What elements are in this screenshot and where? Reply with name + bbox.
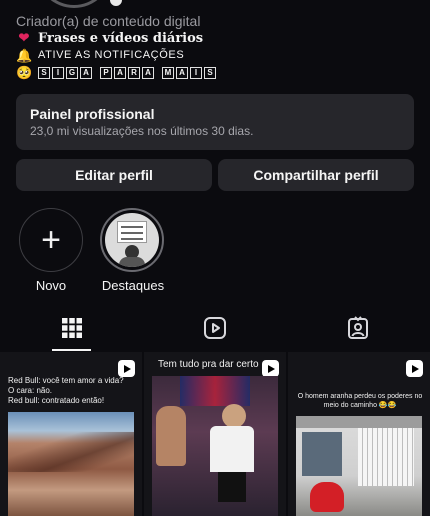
post-thumbnail[interactable]: Tem tudo pra dar certo	[144, 352, 286, 516]
tab-posts[interactable]	[0, 306, 143, 350]
boxed-letter: A	[114, 66, 126, 79]
boxed-letter: P	[100, 66, 112, 79]
bio-text: Frases e vídeos diários	[38, 31, 204, 46]
bio-line: ❤ Frases e vídeos diários	[16, 30, 416, 47]
professional-dashboard[interactable]: Painel profissional 23,0 mi visualizaçõe…	[16, 94, 414, 150]
highlight-destaques[interactable]: Destaques	[100, 208, 166, 293]
new-highlight-label: Novo	[35, 278, 67, 293]
posts-grid: Red Bull: você tem amor a vida? O cara: …	[0, 352, 430, 516]
tab-tagged[interactable]	[286, 306, 429, 350]
red-heart-icon: ❤	[18, 31, 30, 46]
tab-reels[interactable]	[143, 306, 286, 350]
boxed-space	[94, 67, 98, 79]
post-thumbnail[interactable]: O homem aranha perdeu os poderes no meio…	[288, 352, 430, 516]
new-highlight-circle[interactable]: +	[19, 208, 83, 272]
reel-icon	[118, 360, 135, 377]
highlight-cover-ring[interactable]	[100, 208, 164, 272]
post-image	[296, 416, 422, 516]
profile-avatar-ring[interactable]	[36, 0, 112, 8]
boxed-letter: A	[80, 66, 92, 79]
reel-icon	[406, 360, 423, 377]
profile-bio: Criador(a) de conteúdo digital ❤ Frases …	[16, 12, 416, 81]
reels-icon	[203, 317, 226, 339]
boxed-letter: A	[176, 66, 188, 79]
boxed-letter: M	[162, 66, 174, 79]
grid-icon	[61, 318, 82, 338]
boxed-letter: R	[128, 66, 140, 79]
selected-tab-indicator	[52, 349, 91, 351]
pleading-face-icon: 🥺	[16, 65, 33, 80]
bio-boxed-text: SIGAPARAMAIS	[38, 66, 216, 79]
share-profile-button[interactable]: Compartilhar perfil	[218, 159, 414, 191]
post-caption: O homem aranha perdeu os poderes no meio…	[297, 393, 423, 409]
boxed-space	[156, 67, 160, 79]
profile-tabs	[0, 306, 430, 351]
post-caption: Tem tudo pra dar certo	[158, 359, 259, 370]
boxed-letter: S	[204, 66, 216, 79]
post-thumbnail[interactable]: Red Bull: você tem amor a vida? O cara: …	[0, 352, 142, 516]
boxed-letter: I	[190, 66, 202, 79]
bio-line: 🔔 ATIVE AS NOTIFICAÇÕES	[16, 47, 416, 64]
post-caption: Red Bull: você tem amor a vida? O cara: …	[8, 376, 124, 405]
boxed-letter: I	[52, 66, 64, 79]
post-image	[152, 376, 278, 516]
highlight-cover-image	[105, 213, 159, 267]
bell-icon: 🔔	[16, 48, 33, 63]
tagged-icon	[347, 316, 368, 339]
pro-panel-title: Painel profissional	[30, 106, 155, 122]
pro-panel-subtitle: 23,0 mi visualizações nos últimos 30 dia…	[30, 124, 254, 138]
new-highlight[interactable]: + Novo	[18, 208, 84, 293]
avatar-add-story-dot[interactable]	[110, 0, 122, 6]
boxed-letter: A	[142, 66, 154, 79]
profile-category: Criador(a) de conteúdo digital	[16, 13, 201, 29]
edit-profile-button[interactable]: Editar perfil	[16, 159, 212, 191]
boxed-letter: S	[38, 66, 50, 79]
post-image	[8, 412, 134, 516]
highlight-label: Destaques	[101, 278, 165, 293]
plus-icon: +	[41, 221, 61, 259]
boxed-letter: G	[66, 66, 78, 79]
bio-text: ATIVE AS NOTIFICAÇÕES	[38, 49, 185, 61]
bio-line: 🥺 SIGAPARAMAIS	[16, 64, 416, 81]
